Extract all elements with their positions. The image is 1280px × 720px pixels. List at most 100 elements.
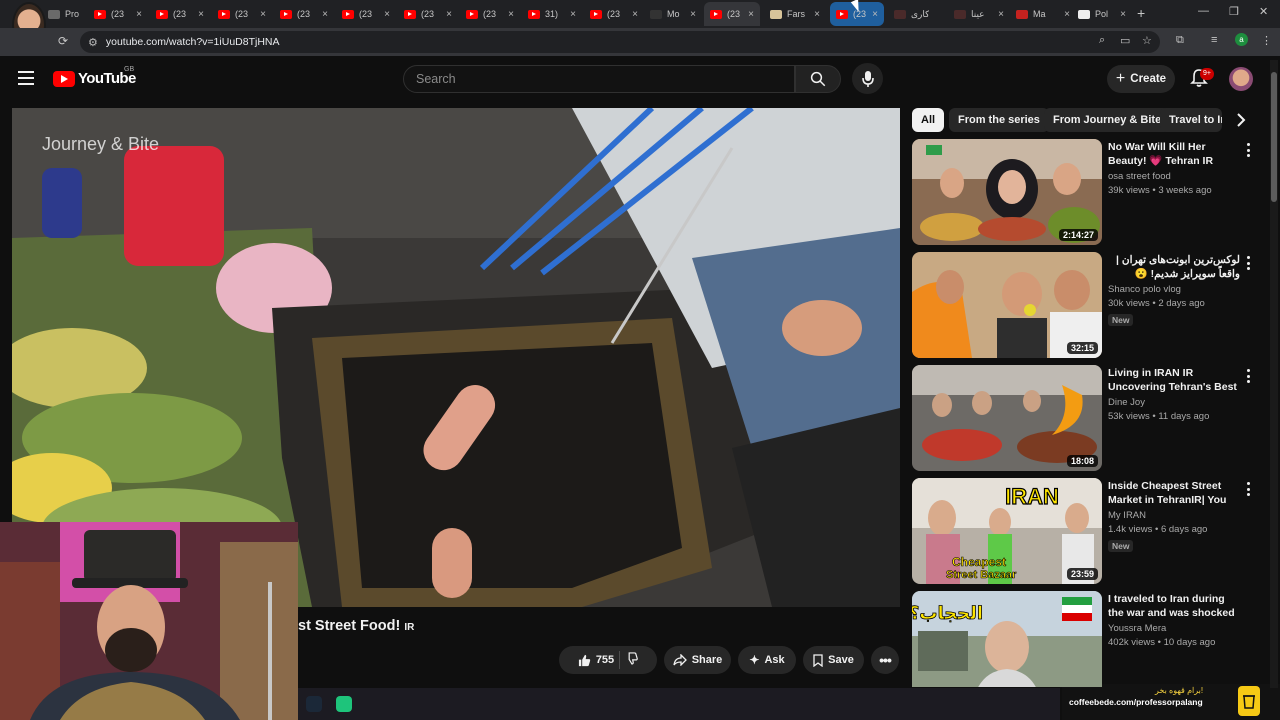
dislike-button[interactable] — [625, 652, 638, 668]
browser-tab[interactable]: Fars × — [770, 2, 820, 26]
thumbnail-headline-text: IRAN — [1005, 484, 1059, 509]
tab-title: (23 — [607, 9, 621, 19]
browser-tab[interactable]: (23 × — [156, 2, 204, 26]
chip-all[interactable]: All — [912, 108, 945, 132]
channel-name[interactable]: Youssra Mera — [1108, 623, 1166, 634]
recommendation-title[interactable]: No War Will Kill Her Beauty! 💗 Tehran IR… — [1108, 140, 1240, 168]
browser-tab[interactable]: (23 × — [342, 2, 390, 26]
recommendation-item[interactable]: 18:08 Living in IRAN IR Uncovering Tehra… — [912, 365, 1262, 471]
more-options-icon[interactable] — [1246, 482, 1250, 496]
video-thumbnail[interactable]: 2:14:27 — [912, 139, 1102, 245]
browser-tab[interactable]: (23 × — [218, 2, 266, 26]
extensions-icon[interactable]: ⧉ — [1176, 34, 1184, 47]
browser-tab[interactable]: (23 × — [404, 2, 452, 26]
close-tab-icon[interactable]: × — [446, 9, 452, 20]
browser-tab[interactable]: عینا × — [954, 2, 1004, 26]
minimize-icon[interactable]: — — [1198, 5, 1209, 17]
close-tab-icon[interactable]: × — [1064, 9, 1070, 20]
search-button[interactable] — [795, 65, 841, 93]
create-button[interactable]: + Create — [1107, 65, 1175, 93]
more-options-icon[interactable] — [1246, 369, 1250, 383]
app-green-icon[interactable] — [336, 696, 352, 712]
close-tab-icon[interactable]: × — [814, 9, 820, 20]
maximize-icon[interactable]: ❐ — [1229, 5, 1239, 18]
browser-tab[interactable]: (23 × — [280, 2, 328, 26]
tab-title: Pol — [1095, 9, 1109, 19]
steam-icon[interactable] — [306, 696, 322, 712]
browser-tab[interactable]: (23 × — [94, 2, 142, 26]
browser-tab[interactable]: Pro — [48, 2, 84, 26]
close-window-icon[interactable]: ✕ — [1259, 5, 1268, 18]
browser-tab[interactable]: (23 × — [590, 2, 638, 26]
scrollbar-thumb[interactable] — [1271, 72, 1277, 202]
thumbnail-image: الحجاب؟ — [912, 591, 1102, 687]
more-actions-button[interactable]: ••• — [871, 646, 899, 674]
channel-name[interactable]: osa street food — [1108, 171, 1171, 182]
account-avatar[interactable] — [1229, 67, 1253, 91]
recommendation-item[interactable]: 32:15 لوکس‌ترین ابونت‌های تهران | واقعاً… — [912, 252, 1262, 358]
voice-search-button[interactable] — [852, 63, 883, 94]
cast-icon[interactable]: ▭ — [1120, 34, 1130, 47]
reading-list-icon[interactable]: ≡ — [1211, 34, 1217, 46]
close-tab-icon[interactable]: × — [260, 9, 266, 20]
close-tab-icon[interactable]: × — [198, 9, 204, 20]
hamburger-menu-icon[interactable] — [18, 71, 34, 85]
chip-from-the-series[interactable]: From the series — [949, 108, 1049, 132]
browser-tab[interactable]: Pol × — [1078, 2, 1126, 26]
close-tab-icon[interactable]: × — [690, 9, 696, 20]
chevron-right-icon[interactable] — [1234, 111, 1248, 129]
close-tab-icon[interactable]: × — [322, 9, 328, 20]
like-button[interactable]: 755 — [578, 654, 614, 667]
recommendation-item[interactable]: الحجاب؟ I traveled to Iran during the wa… — [912, 591, 1262, 687]
new-badge: New — [1108, 314, 1134, 326]
browser-tab[interactable]: (23 × — [466, 2, 514, 26]
browser-tab-active[interactable]: (23 × — [704, 2, 760, 26]
chip-from-journey-and-bite[interactable]: From Journey & Bite — [1044, 108, 1171, 132]
browser-tab[interactable]: Mo × — [650, 2, 696, 26]
video-duration: 32:15 — [1066, 342, 1098, 354]
video-thumbnail[interactable]: 32:15 — [912, 252, 1102, 358]
video-thumbnail[interactable]: IRAN Cheapest Street Bazaar 23:59 — [912, 478, 1102, 584]
close-tab-icon[interactable]: × — [136, 9, 142, 20]
recommendation-title[interactable]: لوکس‌ترین ابونت‌های تهران | واقعاً سوپرا… — [1108, 253, 1240, 281]
bookmark-star-icon[interactable]: ☆ — [1142, 34, 1152, 47]
video-thumbnail[interactable]: 18:08 — [912, 365, 1102, 471]
close-tab-icon[interactable]: × — [748, 9, 754, 20]
search-input[interactable] — [416, 72, 776, 86]
browser-tab[interactable]: 31) × — [528, 2, 576, 26]
channel-name[interactable]: Dine Joy — [1108, 397, 1145, 408]
close-tab-icon[interactable]: × — [384, 9, 390, 20]
browser-tab[interactable]: Ma × — [1016, 2, 1070, 26]
zoom-icon[interactable]: ⌕ — [1099, 34, 1105, 47]
new-tab-button[interactable]: + — [1137, 5, 1145, 21]
share-button[interactable]: Share — [664, 646, 731, 674]
address-bar[interactable]: ⚙ youtube.com/watch?v=1iUuD8TjHNA — [80, 31, 1160, 53]
video-thumbnail[interactable]: الحجاب؟ — [912, 591, 1102, 687]
webcam-overlay — [0, 522, 298, 720]
tab-title: عینا — [971, 8, 985, 19]
recommendation-item[interactable]: IRAN Cheapest Street Bazaar 23:59 Inside… — [912, 478, 1262, 584]
close-tab-icon[interactable]: × — [872, 9, 878, 20]
browser-tab[interactable]: کاری — [894, 2, 946, 26]
ask-button[interactable]: ✦ Ask — [738, 646, 796, 674]
more-options-icon[interactable] — [1246, 143, 1250, 157]
browser-menu-icon[interactable]: ⋮ — [1261, 34, 1272, 47]
more-options-icon[interactable] — [1246, 256, 1250, 270]
recommendation-title[interactable]: Living in IRAN IR Uncovering Tehran's Be… — [1108, 366, 1240, 394]
chip-travel-to-iran[interactable]: Travel to Ir — [1160, 108, 1222, 132]
recommendation-title[interactable]: I traveled to Iran during the war and wa… — [1108, 592, 1240, 620]
recommendation-item[interactable]: 2:14:27 No War Will Kill Her Beauty! 💗 T… — [912, 139, 1262, 245]
like-count: 755 — [595, 654, 615, 666]
site-info-icon[interactable]: ⚙ — [88, 36, 98, 49]
recommendation-title[interactable]: Inside Cheapest Street Market in TehranI… — [1108, 479, 1240, 507]
close-tab-icon[interactable]: × — [570, 9, 576, 20]
reload-icon[interactable]: ⟳ — [58, 34, 68, 48]
close-tab-icon[interactable]: × — [998, 9, 1004, 20]
channel-name[interactable]: Shanco polo vlog — [1108, 284, 1181, 295]
close-tab-icon[interactable]: × — [508, 9, 514, 20]
profile-icon[interactable]: a — [1235, 33, 1248, 46]
close-tab-icon[interactable]: × — [632, 9, 638, 20]
save-button[interactable]: Save — [803, 646, 864, 674]
channel-name[interactable]: My IRAN — [1108, 510, 1146, 521]
close-tab-icon[interactable]: × — [1120, 9, 1126, 20]
